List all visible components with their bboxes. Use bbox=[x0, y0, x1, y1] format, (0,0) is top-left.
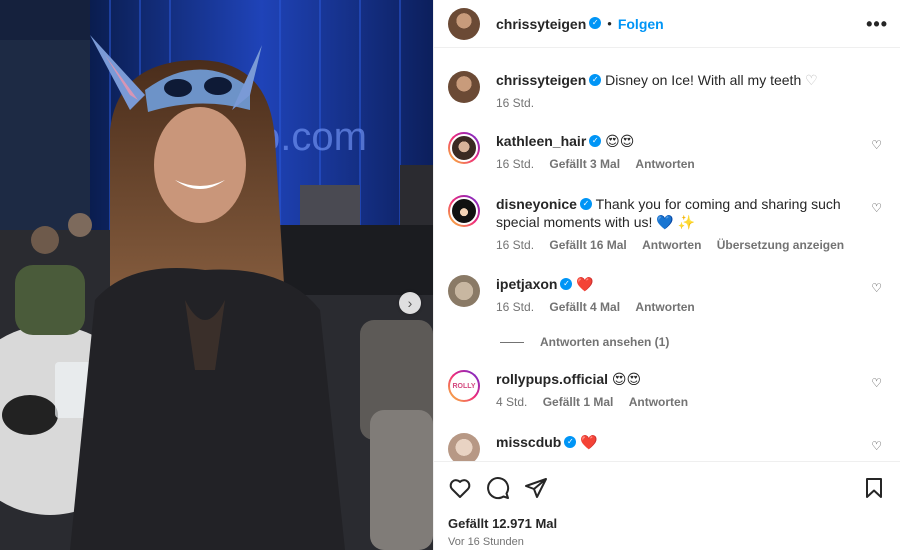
comment-text: 😍😍 bbox=[611, 371, 642, 387]
separator-dot: • bbox=[607, 16, 612, 31]
comments-list[interactable]: chrissyteigen ✓ Disney on Ice! With all m… bbox=[434, 49, 900, 461]
caption-author-avatar[interactable] bbox=[448, 71, 480, 103]
verified-icon: ✓ bbox=[589, 16, 602, 29]
caption-time: 16 Std. bbox=[496, 96, 535, 110]
post-header: chrissyteigen ✓ • Folgen ••• bbox=[434, 0, 900, 48]
comment-time: 16 Std. bbox=[496, 238, 535, 252]
caption-text: Disney on Ice! With all my teeth bbox=[605, 72, 802, 88]
translate-button[interactable]: Übersetzung anzeigen bbox=[717, 238, 844, 252]
heart-icon[interactable] bbox=[448, 476, 472, 500]
comment-likes[interactable]: Gefällt 4 Mal bbox=[549, 300, 620, 314]
comment-username[interactable]: kathleen_hair bbox=[496, 133, 586, 149]
comment-text: 😍😍 bbox=[605, 133, 635, 149]
like-comment-heart-icon[interactable]: ♡ bbox=[871, 439, 882, 453]
comment: ROLLY rollypups.official 😍😍 4 Std. Gefäl… bbox=[448, 370, 888, 409]
follow-button[interactable]: Folgen bbox=[618, 16, 664, 32]
carousel-next-button[interactable]: › bbox=[399, 292, 421, 314]
verified-icon: ✓ bbox=[579, 198, 592, 211]
author-avatar[interactable] bbox=[448, 7, 480, 40]
comment: disneyonice ✓ Thank you for coming and sh… bbox=[448, 195, 888, 252]
comment: misscdub ✓ ❤️ ♡ bbox=[448, 433, 888, 461]
comment-text: ❤️ bbox=[576, 276, 594, 292]
caption-username[interactable]: chrissyteigen bbox=[496, 72, 586, 88]
comment-likes[interactable]: Gefällt 1 Mal bbox=[543, 395, 614, 409]
verified-icon: ✓ bbox=[589, 135, 602, 148]
comment: ipetjaxon ✓ ❤️ 16 Std. Gefällt 4 Mal Antw… bbox=[448, 275, 888, 314]
comment-emojis: 💙 ✨ bbox=[656, 214, 696, 230]
caption: chrissyteigen ✓ Disney on Ice! With all m… bbox=[448, 71, 888, 110]
reply-button[interactable]: Antworten bbox=[635, 300, 694, 314]
author-username[interactable]: chrissyteigen bbox=[496, 16, 586, 32]
comment-time: 16 Std. bbox=[496, 157, 535, 171]
share-icon[interactable] bbox=[524, 476, 548, 500]
comment-likes[interactable]: Gefällt 16 Mal bbox=[549, 238, 626, 252]
comment: kathleen_hair ✓ 😍😍 16 Std. Gefällt 3 Mal … bbox=[448, 132, 888, 171]
like-comment-heart-icon[interactable]: ♡ bbox=[871, 138, 882, 152]
reply-button[interactable]: Antworten bbox=[642, 238, 701, 252]
reply-button[interactable]: Antworten bbox=[629, 395, 688, 409]
post-photo[interactable]: o.com › bbox=[0, 0, 433, 550]
post-dialog: o.com › chrissyteigen ✓ • Folgen ••• chr… bbox=[0, 0, 900, 550]
chevron-right-icon: › bbox=[407, 295, 413, 311]
post-actions-footer: Gefällt 12.971 Mal Vor 16 Stunden bbox=[434, 461, 900, 550]
white-heart-emoji: ♡ bbox=[805, 72, 818, 88]
commenter-avatar[interactable] bbox=[448, 132, 480, 164]
commenter-avatar[interactable] bbox=[448, 433, 480, 461]
post-side-panel: chrissyteigen ✓ • Folgen ••• chrissyteig… bbox=[433, 0, 900, 550]
comment-icon[interactable] bbox=[486, 476, 510, 500]
like-comment-heart-icon[interactable]: ♡ bbox=[871, 201, 882, 215]
verified-icon: ✓ bbox=[589, 74, 602, 87]
like-comment-heart-icon[interactable]: ♡ bbox=[871, 281, 882, 295]
comment-username[interactable]: rollypups.official bbox=[496, 371, 608, 387]
divider-line bbox=[500, 341, 524, 343]
post-like-count[interactable]: Gefällt 12.971 Mal bbox=[448, 516, 557, 531]
like-comment-heart-icon[interactable]: ♡ bbox=[871, 376, 882, 390]
rolly-avatar-text: ROLLY bbox=[450, 372, 478, 400]
comment-likes[interactable]: Gefällt 3 Mal bbox=[549, 157, 620, 171]
comment-text: ❤️ bbox=[580, 434, 598, 450]
view-replies-button[interactable]: Antworten ansehen (1) bbox=[500, 335, 669, 349]
comment-username[interactable]: disneyonice bbox=[496, 196, 577, 212]
comment-username[interactable]: ipetjaxon bbox=[496, 276, 557, 292]
comment-username[interactable]: misscdub bbox=[496, 434, 561, 450]
comment-time: 16 Std. bbox=[496, 300, 535, 314]
more-icon[interactable]: ••• bbox=[866, 14, 888, 35]
reply-button[interactable]: Antworten bbox=[635, 157, 694, 171]
commenter-avatar[interactable] bbox=[448, 275, 480, 307]
commenter-avatar[interactable]: ROLLY bbox=[448, 370, 480, 402]
post-date: Vor 16 Stunden bbox=[448, 536, 524, 548]
comment-time: 4 Std. bbox=[496, 395, 528, 409]
verified-icon: ✓ bbox=[560, 278, 573, 291]
photo-scene: o.com bbox=[0, 0, 433, 550]
commenter-avatar[interactable] bbox=[448, 195, 480, 227]
view-replies-label: Antworten ansehen (1) bbox=[540, 335, 670, 349]
bookmark-icon[interactable] bbox=[862, 476, 886, 500]
verified-icon: ✓ bbox=[564, 436, 577, 449]
